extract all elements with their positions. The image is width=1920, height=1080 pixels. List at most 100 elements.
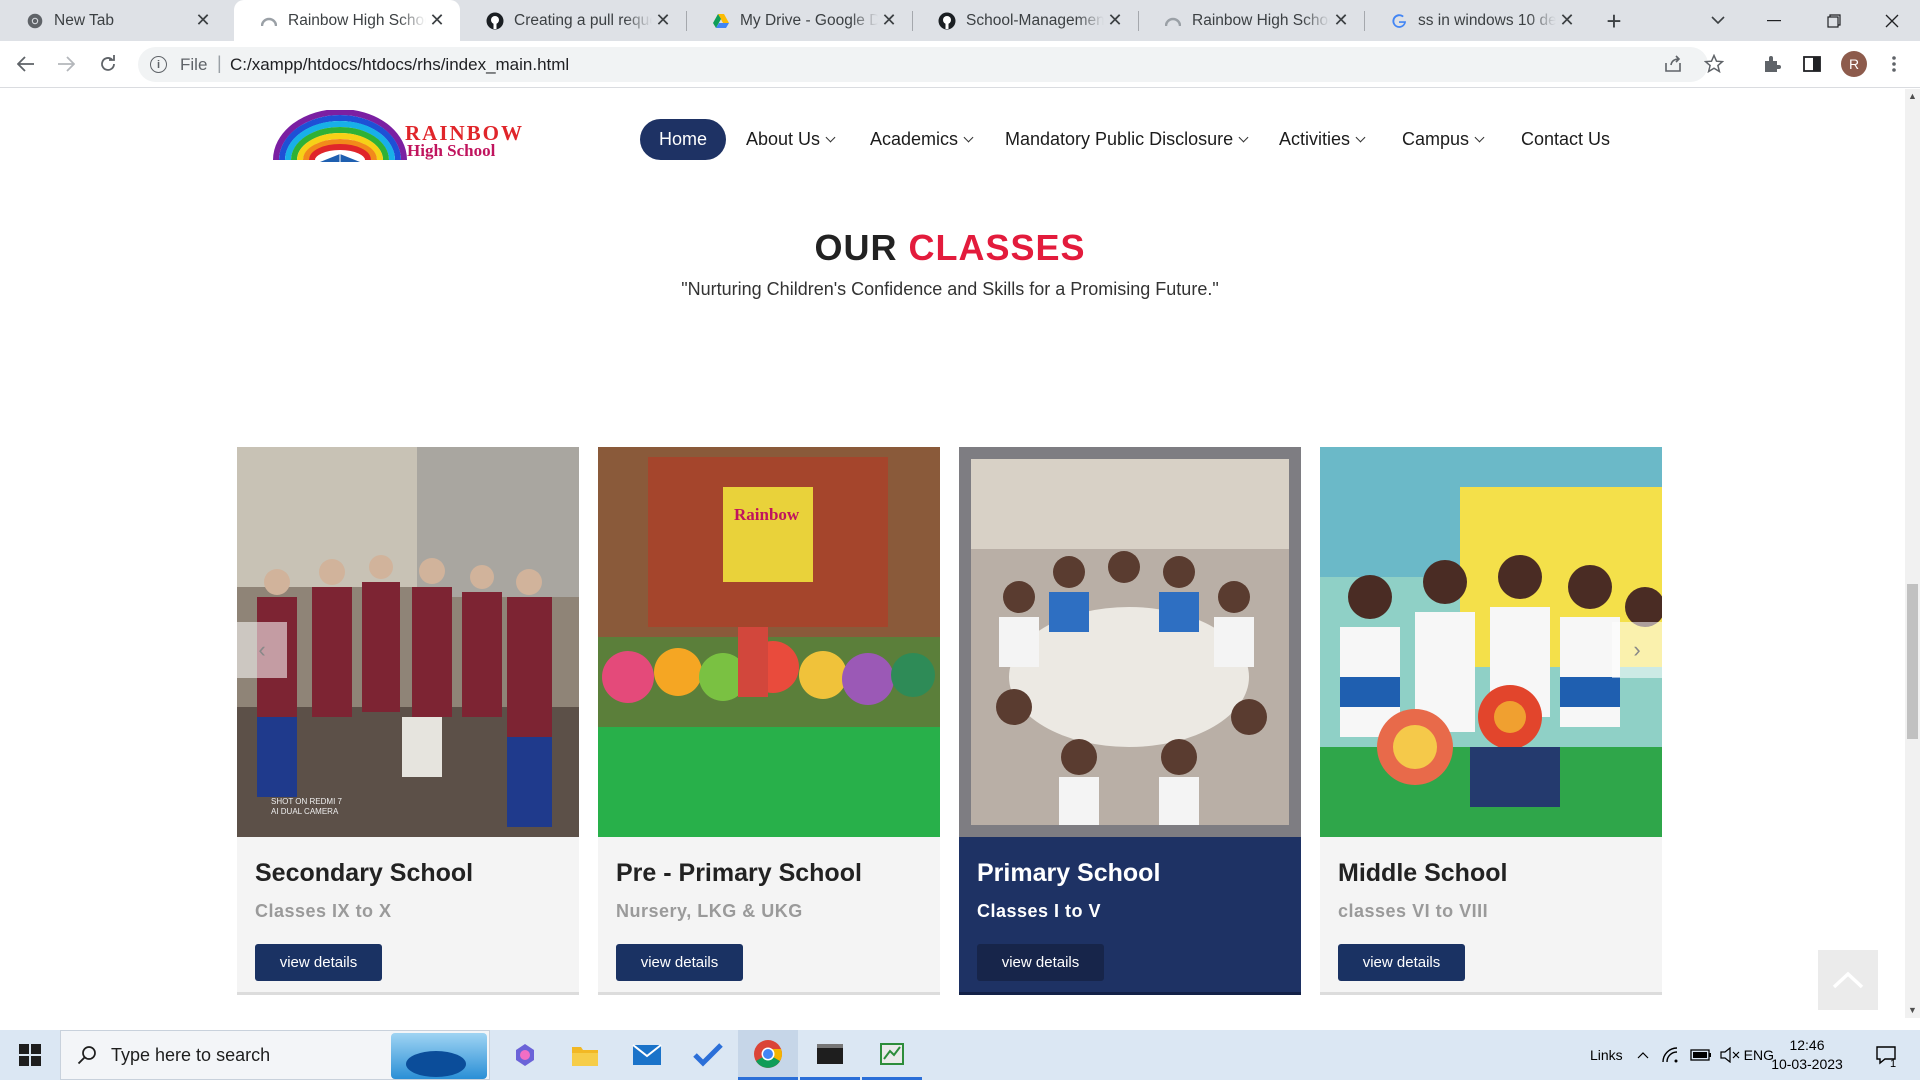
tab-close-icon[interactable]: ✕ (1556, 10, 1578, 32)
browser-toolbar: i File | C:/xampp/htdocs/htdocs/rhs/inde… (0, 41, 1920, 88)
tab-close-icon[interactable]: ✕ (878, 10, 900, 32)
terminal-icon[interactable] (800, 1030, 860, 1080)
tab-close-icon[interactable]: ✕ (192, 10, 214, 32)
nav-academics[interactable]: Academics (870, 129, 974, 150)
rainbow-favicon (1164, 12, 1182, 30)
close-window-button[interactable] (1864, 0, 1920, 41)
scroll-thumb[interactable] (1907, 584, 1918, 739)
nav-home[interactable]: Home (640, 119, 726, 160)
search-icon (77, 1046, 96, 1065)
class-card-pre-primary: Rainbow Pre - Primary School Nursery, LK… (598, 447, 940, 995)
clock[interactable]: 12:46 10-03-2023 (1762, 1030, 1852, 1080)
section-title-part2: CLASSES (908, 227, 1086, 268)
tab-title: ss in windows 10 dell (1418, 11, 1556, 29)
browser-tab[interactable]: Creating a pull request✕ (460, 0, 686, 41)
tab-title: Creating a pull request (514, 11, 652, 29)
mail-icon[interactable] (617, 1030, 677, 1080)
browser-tab-strip: New Tab ✕ Rainbow High School ✕ Creating a p… (0, 0, 1920, 41)
class-card-middle: Middle School classes VI to VIII view de… (1320, 447, 1662, 995)
class-photo-primary (959, 447, 1301, 837)
extensions-icon[interactable] (1756, 48, 1788, 80)
separator: | (217, 53, 222, 73)
carousel-prev-button[interactable]: ‹ (237, 622, 287, 678)
logo-line2: High School (407, 141, 496, 160)
tab-search-icon[interactable] (1690, 0, 1746, 41)
back-button[interactable] (10, 48, 42, 80)
chrome-taskbar-icon[interactable] (738, 1030, 798, 1080)
page-scrollbar[interactable]: ▲ ▼ (1905, 89, 1920, 1018)
nav-campus-label: Campus (1402, 129, 1470, 149)
new-tab-button[interactable]: + (1598, 5, 1630, 37)
tab-title: School-Management (966, 11, 1104, 29)
url-text[interactable]: C:/xampp/htdocs/htdocs/rhs/index_main.ht… (230, 55, 569, 75)
nav-disclosure-label: Mandatory Public Disclosure (1005, 129, 1234, 149)
school-logo[interactable]: RAINBOW High School (272, 109, 544, 164)
windows-taskbar: Type here to search Links ENG 12:46 10-0 (0, 1030, 1920, 1080)
browser-tab[interactable]: My Drive - Google Drive✕ (686, 0, 912, 41)
browser-tab[interactable]: Rainbow High School ✕ (234, 0, 460, 41)
forward-button[interactable] (50, 48, 82, 80)
class-photo-secondary: SHOT ON REDMI 7 AI DUAL CAMERA (237, 447, 579, 837)
chevron-down-icon (1474, 132, 1485, 143)
section-title-part1: OUR (814, 227, 898, 268)
battery-icon[interactable] (1690, 1030, 1712, 1080)
tab-title: My Drive - Google Drive (740, 11, 878, 29)
scroll-down-arrow[interactable]: ▼ (1908, 1005, 1917, 1015)
copilot-icon[interactable] (495, 1030, 555, 1080)
nav-activities[interactable]: Activities (1279, 129, 1366, 150)
tab-title: New Tab (54, 11, 115, 29)
address-bar[interactable]: i File | C:/xampp/htdocs/htdocs/rhs/inde… (138, 47, 1725, 82)
taskbar-search-placeholder: Type here to search (111, 1045, 271, 1065)
tab-close-icon[interactable]: ✕ (1104, 10, 1126, 32)
view-details-button[interactable]: view details (977, 944, 1104, 981)
class-name: Middle School (1338, 859, 1508, 887)
github-icon (486, 12, 504, 30)
nav-contact-us[interactable]: Contact Us (1521, 129, 1610, 150)
wifi-icon[interactable] (1662, 1030, 1680, 1080)
chevron-down-icon (1238, 132, 1249, 143)
back-to-top-button[interactable] (1818, 950, 1878, 1010)
editor-app-icon[interactable] (862, 1030, 922, 1080)
view-details-button[interactable]: view details (616, 944, 743, 981)
side-panel-icon[interactable] (1796, 48, 1828, 80)
view-details-button[interactable]: view details (255, 944, 382, 981)
chevron-down-icon (963, 132, 974, 143)
notification-center-icon[interactable]: 1 (1866, 1030, 1906, 1080)
browser-tab[interactable]: Rainbow High School ✕ (1138, 0, 1364, 41)
menu-kebab-icon[interactable] (1878, 48, 1910, 80)
minimize-button[interactable] (1746, 0, 1802, 41)
windows-start-button[interactable] (0, 1030, 60, 1080)
tab-close-icon[interactable]: ✕ (426, 10, 448, 32)
nav-about-label: About Us (746, 129, 821, 149)
browser-tab[interactable]: New Tab ✕ (0, 0, 226, 41)
browser-tab[interactable]: ss in windows 10 dell ✕ (1364, 0, 1590, 41)
reload-button[interactable] (92, 48, 124, 80)
tab-title: Rainbow High School (288, 11, 426, 29)
nav-academics-label: Academics (870, 129, 959, 149)
view-details-button[interactable]: view details (1338, 944, 1465, 981)
site-info-icon[interactable]: i (150, 56, 167, 73)
chevron-up-icon (1832, 971, 1864, 989)
notification-badge: 1 (1890, 1058, 1897, 1070)
tab-close-icon[interactable]: ✕ (1330, 10, 1352, 32)
tray-links[interactable]: Links (1590, 1030, 1623, 1080)
file-explorer-icon[interactable] (555, 1030, 615, 1080)
chrome-icon (26, 12, 44, 30)
tray-chevron-icon[interactable] (1637, 1030, 1649, 1080)
class-range: Nursery, LKG & UKG (616, 901, 803, 921)
restore-button[interactable] (1806, 0, 1862, 41)
tab-close-icon[interactable]: ✕ (652, 10, 674, 32)
bookmark-star-icon[interactable] (1703, 53, 1725, 79)
nav-mandatory-public-disclosure[interactable]: Mandatory Public Disclosure (1005, 129, 1249, 150)
profile-avatar[interactable]: R (1838, 48, 1870, 80)
browser-tab[interactable]: School-Management ✕ (912, 0, 1138, 41)
carousel-next-button[interactable]: › (1612, 622, 1662, 678)
todo-icon[interactable] (678, 1030, 738, 1080)
nav-campus[interactable]: Campus (1402, 129, 1485, 150)
share-icon[interactable] (1664, 55, 1684, 78)
tab-title: Rainbow High School (1192, 11, 1330, 29)
nav-about-us[interactable]: About Us (746, 129, 836, 150)
class-range: classes VI to VIII (1338, 901, 1489, 921)
scroll-up-arrow[interactable]: ▲ (1908, 91, 1917, 101)
taskbar-search-box[interactable]: Type here to search (60, 1030, 490, 1080)
